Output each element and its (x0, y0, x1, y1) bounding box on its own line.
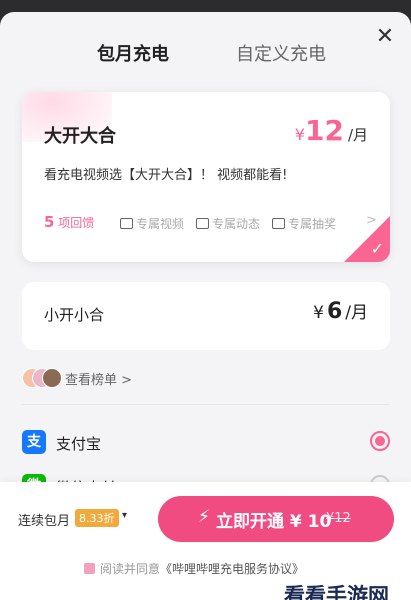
original-price: ¥12 (326, 511, 351, 526)
payment-radio-selected[interactable] (370, 431, 390, 451)
discount-badge: 8.33折 (75, 509, 119, 527)
benefit-item: 专属视频 (120, 215, 184, 232)
benefit-item: 专属抽奖 (272, 215, 336, 232)
plan-price: ¥12/月 (295, 114, 368, 147)
plan-name: 大开大合 (44, 126, 116, 147)
agreement-checkbox[interactable] (84, 563, 95, 574)
payment-label: 支付宝 (56, 435, 102, 453)
agreement-prefix: 阅读并同意 (100, 562, 161, 576)
benefit-item: 专属动态 (196, 215, 260, 232)
tab-custom-charge[interactable]: 自定义充电 (236, 40, 326, 66)
plan-card-main[interactable]: 大开大合 ¥12/月 看充电视频选【大开大合】！ 视频都能看! 5 项回馈 专属… (22, 92, 390, 262)
plan-tabs: 包月充电 自定义充电 (0, 36, 411, 76)
watermark-logo: 看看手游网 (284, 584, 389, 600)
tab-monthly-charge[interactable]: 包月充电 (97, 40, 169, 66)
price-unit: /月 (345, 303, 368, 323)
pay-button-label: 立即开通 ¥ 10 (216, 512, 332, 532)
payment-option-alipay[interactable]: 支 支付宝 (22, 430, 390, 456)
check-icon: ✓ (370, 239, 384, 258)
supporter-avatars (22, 367, 62, 389)
close-icon[interactable]: ✕ (372, 24, 398, 50)
avatar (42, 368, 62, 388)
pay-now-button[interactable]: ⚡ 立即开通 ¥ 10 ¥12 (158, 496, 394, 542)
plan-name: 小开小合 (44, 306, 105, 324)
price-value: 12 (304, 114, 344, 147)
benefit-label: 专属视频 (136, 217, 185, 231)
plan-price: ¥6/月 (313, 298, 368, 324)
agreement-row[interactable]: 阅读并同意《哔哩哔哩充电服务协议》 (84, 560, 304, 577)
ranking-label: 查看榜单 > (65, 373, 133, 388)
chevron-down-icon[interactable]: ▾ (122, 510, 127, 521)
price-value: 6 (326, 299, 343, 324)
benefit-label: 专属抽奖 (288, 217, 337, 231)
benefit-count-label: 项回馈 (58, 216, 95, 230)
lightning-icon: ⚡ (198, 507, 210, 527)
agreement-link[interactable]: 《哔哩哔哩充电服务协议》 (160, 562, 304, 576)
benefit-count-number: 5 (44, 213, 55, 231)
plan-card-secondary[interactable]: 小开小合 ¥6/月 (22, 282, 390, 350)
plan-description: 看充电视频选【大开大合】！ 视频都能看! (44, 168, 288, 183)
benefits-row[interactable]: 5 项回馈 专属视频 专属动态 专属抽奖 > (44, 213, 377, 233)
renew-type-label[interactable]: 连续包月 (18, 510, 70, 529)
alipay-icon: 支 (22, 430, 46, 454)
chevron-right-icon: > (121, 373, 133, 388)
video-icon (120, 218, 133, 229)
charge-sheet: 包月充电 自定义充电 ✕ 大开大合 ¥12/月 看充电视频选【大开大合】！ 视频… (0, 12, 411, 600)
price-currency: ¥ (294, 125, 305, 144)
gift-icon (272, 218, 285, 229)
divider (22, 404, 390, 405)
message-icon (196, 218, 209, 229)
benefit-label: 专属动态 (212, 217, 261, 231)
price-unit: /月 (347, 126, 368, 144)
benefit-count: 5 项回馈 (44, 213, 94, 231)
price-currency: ¥ (313, 303, 324, 323)
